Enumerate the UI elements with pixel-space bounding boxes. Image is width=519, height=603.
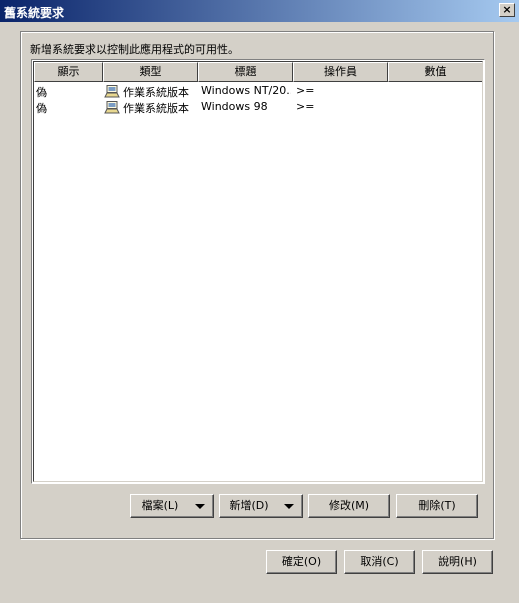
file-dropdown-button[interactable]: 檔案(L) (130, 494, 214, 518)
os-computer-icon (104, 101, 120, 114)
modify-button[interactable]: 修改(M) (308, 494, 390, 518)
column-header-type[interactable]: 類型 (103, 62, 198, 82)
column-header-title[interactable]: 標題 (198, 62, 293, 82)
cell-title: Windows 98 (201, 100, 268, 113)
help-button[interactable]: 說明(H) (422, 550, 493, 574)
cell-type-label: 作業系統版本 (123, 86, 189, 99)
os-computer-icon (104, 85, 120, 98)
dialog-window: 舊系統要求 × 新增系統要求以控制此應用程式的可用性。 顯示 類型 標題 操作員… (0, 0, 519, 603)
table-row[interactable]: 偽 作業系統版本 Windows 98 >= (34, 99, 482, 115)
ok-button[interactable]: 確定(O) (266, 550, 337, 574)
column-header-value[interactable]: 數值 (388, 62, 482, 82)
cell-show: 偽 (36, 86, 47, 99)
cell-show: 偽 (36, 102, 47, 115)
table-row[interactable]: 偽 作業系統版本 Windows NT/20... >= (34, 83, 482, 99)
cell-type: 作業系統版本 (104, 100, 196, 116)
cancel-button[interactable]: 取消(C) (344, 550, 415, 574)
file-button-label: 檔案(L) (141, 499, 179, 512)
chevron-down-icon (284, 504, 294, 509)
column-header-show[interactable]: 顯示 (34, 62, 103, 82)
title-bar: 舊系統要求 × (0, 0, 519, 22)
close-button[interactable]: × (499, 3, 515, 17)
cell-title: Windows NT/20... (201, 84, 291, 97)
cell-operator: >= (296, 100, 315, 113)
chevron-down-icon (195, 504, 205, 509)
cell-type: 作業系統版本 (104, 84, 196, 100)
window-title: 舊系統要求 (4, 6, 65, 20)
cell-type-label: 作業系統版本 (123, 102, 189, 115)
close-icon: × (502, 3, 512, 16)
delete-button[interactable]: 刪除(T) (396, 494, 478, 518)
description-text: 新增系統要求以控制此應用程式的可用性。 (30, 43, 239, 56)
add-button-label: 新增(D) (229, 499, 269, 512)
column-header-operator[interactable]: 操作員 (293, 62, 388, 82)
requirements-list[interactable]: 顯示 類型 標題 操作員 數值 偽 作業系統版本 Windows NT/20..… (31, 59, 485, 484)
add-dropdown-button[interactable]: 新增(D) (219, 494, 303, 518)
requirements-list-inner: 顯示 類型 標題 操作員 數值 偽 作業系統版本 Windows NT/20..… (33, 61, 483, 482)
cell-operator: >= (296, 84, 315, 97)
